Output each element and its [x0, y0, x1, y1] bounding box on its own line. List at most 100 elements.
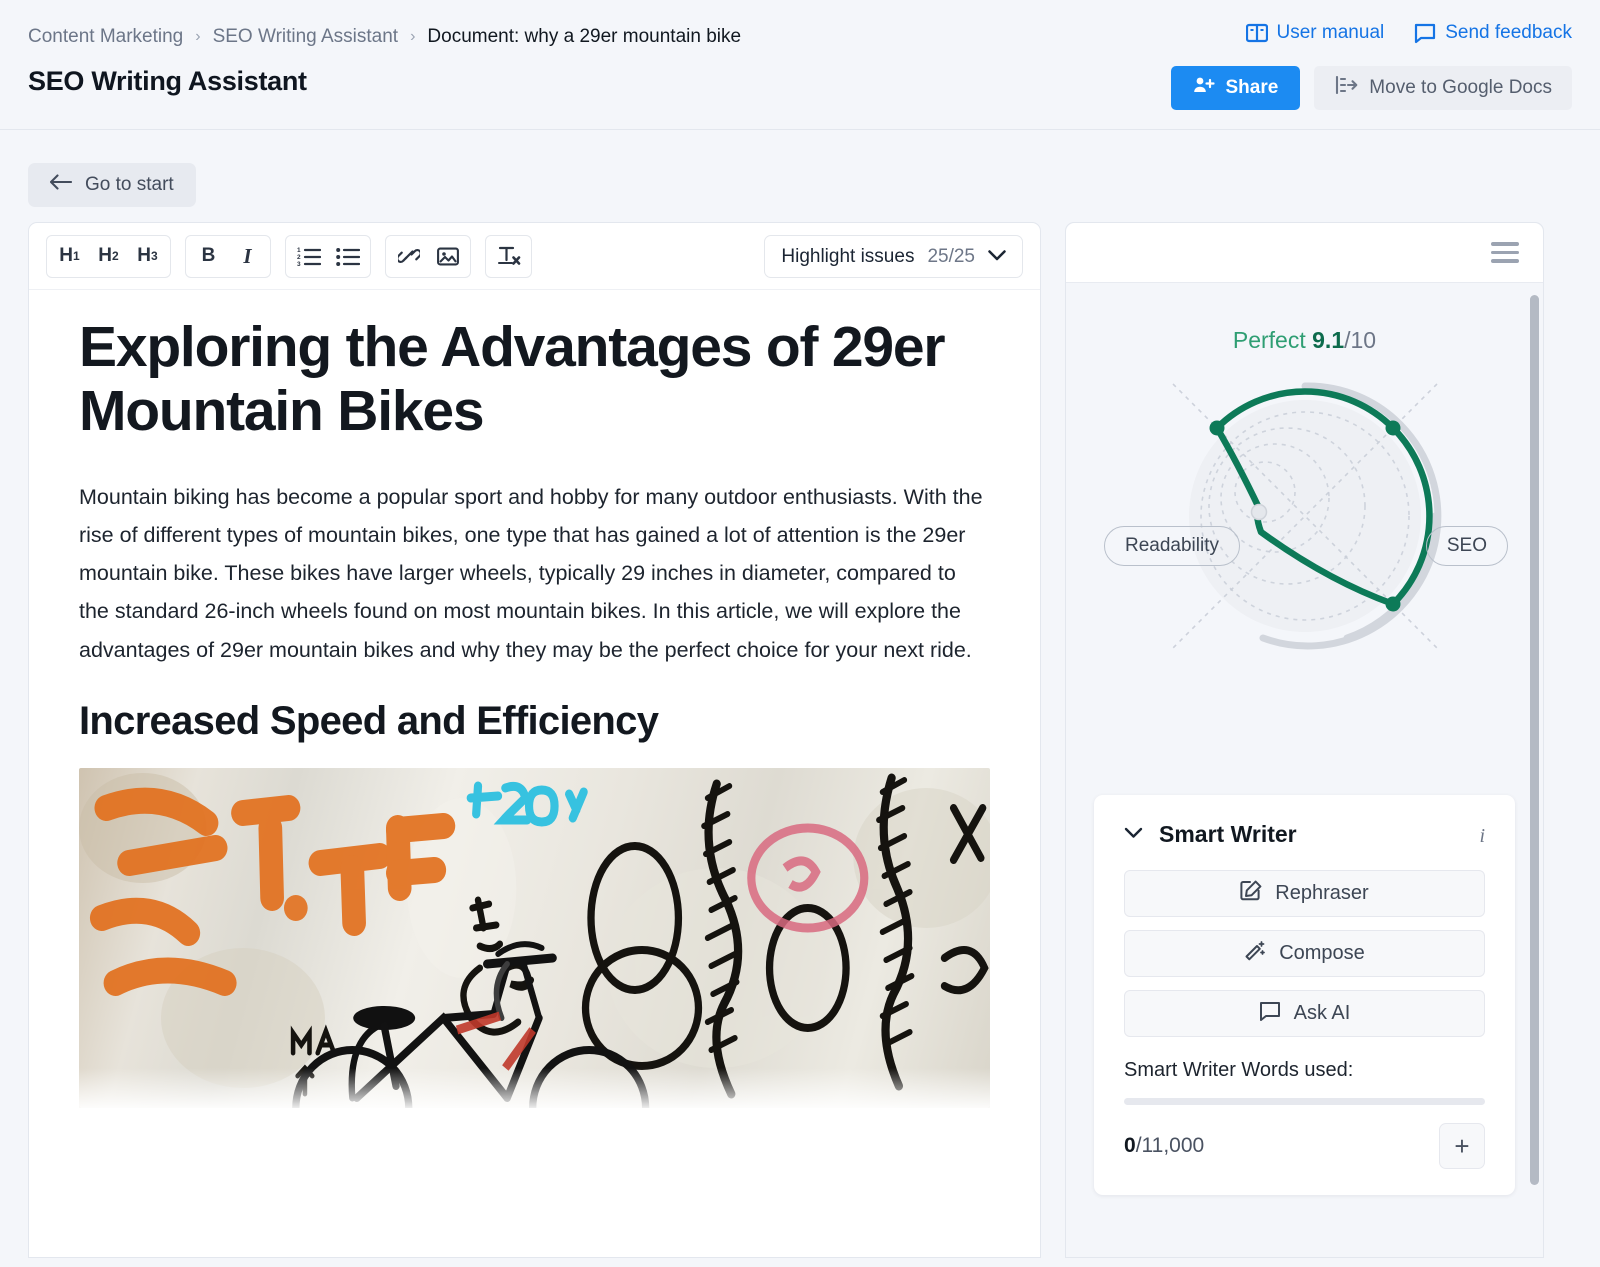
smart-writer-header: Smart Writer i — [1124, 821, 1485, 848]
ask-ai-label: Ask AI — [1293, 1002, 1351, 1024]
heading-1-level: 1 — [73, 249, 80, 263]
heading-1-button[interactable]: H1 — [51, 239, 88, 274]
app-header: Content Marketing › SEO Writing Assistan… — [0, 0, 1600, 130]
header-buttons: Share Move to Google Docs — [1171, 66, 1572, 110]
assistant-panel: Perfect 9.1/10 Readability SEO Smart Wri… — [1065, 222, 1544, 1258]
smart-writer-word-count: 0/11,000 — [1124, 1134, 1204, 1158]
ordered-list-button[interactable]: 1 2 3 — [290, 239, 327, 274]
info-icon[interactable]: i — [1479, 825, 1485, 848]
chevron-down-icon — [988, 248, 1006, 266]
smart-writer-footer: 0/11,000 + — [1124, 1123, 1485, 1169]
bulleted-list-icon — [335, 246, 360, 266]
bold-button[interactable]: B — [190, 239, 227, 274]
compose-label: Compose — [1279, 942, 1365, 964]
panel-scrollbar[interactable] — [1530, 295, 1539, 1240]
radar-svg — [1171, 382, 1441, 650]
document-heading-1: Exploring the Advantages of 29er Mountai… — [79, 315, 946, 443]
metric-pill-readability[interactable]: Readability — [1104, 526, 1240, 566]
share-button[interactable]: Share — [1171, 66, 1301, 110]
highlight-issues-dropdown[interactable]: Highlight issues 25/25 — [764, 235, 1023, 278]
export-arrow-icon — [1334, 75, 1358, 100]
breadcrumb-item-seo-writing-assistant[interactable]: SEO Writing Assistant — [213, 26, 399, 48]
speech-bubble-icon — [1259, 1001, 1281, 1027]
chevron-down-icon[interactable] — [1124, 826, 1143, 844]
clear-format-icon — [497, 245, 521, 267]
ordered-list-icon: 1 2 3 — [297, 246, 321, 266]
user-manual-label: User manual — [1276, 22, 1385, 43]
smart-writer-progress-bar — [1124, 1098, 1485, 1105]
send-feedback-link[interactable]: Send feedback — [1414, 22, 1572, 44]
clear-format-button-group — [485, 234, 532, 278]
metric-pill-seo[interactable]: SEO — [1425, 526, 1508, 566]
main-content: H1 H2 H3 B I 1 2 3 Highlight issues 25/2… — [0, 222, 1600, 1258]
magic-wand-icon — [1244, 940, 1266, 967]
go-to-start-label: Go to start — [85, 174, 174, 195]
ask-ai-button[interactable]: Ask AI — [1124, 990, 1485, 1037]
book-icon — [1245, 23, 1268, 43]
rephraser-label: Rephraser — [1275, 882, 1369, 904]
heading-2-button[interactable]: H2 — [90, 239, 127, 274]
list-button-group: 1 2 3 — [285, 234, 371, 278]
move-to-google-docs-button[interactable]: Move to Google Docs — [1314, 66, 1572, 110]
arrow-left-icon — [49, 174, 73, 196]
breadcrumb-item-content-marketing[interactable]: Content Marketing — [28, 26, 183, 48]
svg-text:2: 2 — [297, 254, 301, 261]
image-icon — [436, 247, 459, 266]
clear-formatting-button[interactable] — [490, 239, 527, 274]
assistant-panel-column: Perfect 9.1/10 Readability SEO Smart Wri… — [1065, 222, 1544, 1258]
send-feedback-label: Send feedback — [1445, 22, 1572, 43]
radar-point-originality — [1250, 503, 1267, 521]
add-words-button[interactable]: + — [1439, 1123, 1485, 1169]
overall-score: Perfect 9.1/10 — [1066, 327, 1543, 354]
document-image — [79, 767, 990, 1108]
radar-point-readability — [1209, 420, 1224, 436]
page-title: SEO Writing Assistant — [28, 66, 307, 96]
heading-button-group: H1 H2 H3 — [46, 234, 171, 278]
score-label: Perfect — [1232, 327, 1306, 353]
heading-3-button[interactable]: H3 — [129, 239, 166, 274]
highlight-issues-label: Highlight issues — [781, 245, 915, 267]
breadcrumb-item-document: Document: why a 29er mountain bike — [427, 26, 742, 47]
share-label: Share — [1225, 77, 1279, 98]
score-denominator: /10 — [1344, 327, 1377, 353]
panel-scrollbar-thumb[interactable] — [1530, 295, 1539, 1185]
breadcrumb-separator-icon: › — [410, 28, 416, 45]
smart-writer-card: Smart Writer i Rephraser Compose Ask AI … — [1094, 795, 1515, 1195]
bulleted-list-button[interactable] — [329, 239, 366, 274]
hamburger-icon[interactable] — [1491, 237, 1519, 268]
breadcrumb-separator-icon: › — [195, 28, 201, 45]
score-value: 9.1 — [1312, 327, 1345, 353]
italic-button[interactable]: I — [229, 239, 266, 274]
document-body[interactable]: Exploring the Advantages of 29er Mountai… — [29, 290, 1040, 1108]
svg-text:3: 3 — [297, 261, 301, 266]
user-manual-link[interactable]: User manual — [1245, 22, 1385, 44]
radar-point-seo — [1385, 420, 1400, 436]
compose-button[interactable]: Compose — [1124, 930, 1485, 977]
text-style-button-group: B I — [185, 234, 271, 278]
sub-toolbar: Go to start — [0, 130, 1600, 222]
breadcrumb: Content Marketing › SEO Writing Assistan… — [28, 26, 741, 48]
smart-writer-words-used-label: Smart Writer Words used: — [1124, 1059, 1354, 1081]
panel-header — [1066, 223, 1543, 283]
speech-bubble-icon — [1414, 23, 1436, 44]
person-plus-icon — [1193, 76, 1216, 100]
document-paragraph: Mountain biking has become a popular spo… — [79, 484, 983, 662]
header-links: User manual Send feedback — [1245, 22, 1572, 44]
heading-2-level: 2 — [112, 249, 119, 263]
smart-writer-title: Smart Writer — [1159, 821, 1297, 847]
insert-button-group — [385, 234, 471, 278]
document-heading-2: Increased Speed and Efficiency — [79, 698, 659, 743]
editor-toolbar: H1 H2 H3 B I 1 2 3 Highlight issues 25/2… — [29, 223, 1040, 290]
link-button[interactable] — [390, 239, 427, 274]
words-limit-value: /11,000 — [1135, 1134, 1205, 1157]
image-button[interactable] — [429, 239, 466, 274]
pencil-square-icon — [1240, 880, 1262, 907]
link-icon — [397, 246, 420, 266]
score-radar-chart: Readability SEO Originality Tone of voic… — [1066, 366, 1543, 901]
heading-3-level: 3 — [151, 249, 158, 263]
radar-point-tone-of-voice — [1385, 596, 1400, 612]
svg-text:1: 1 — [297, 247, 301, 254]
go-to-start-button[interactable]: Go to start — [28, 163, 196, 207]
rephraser-button[interactable]: Rephraser — [1124, 870, 1485, 917]
move-label: Move to Google Docs — [1369, 77, 1552, 98]
